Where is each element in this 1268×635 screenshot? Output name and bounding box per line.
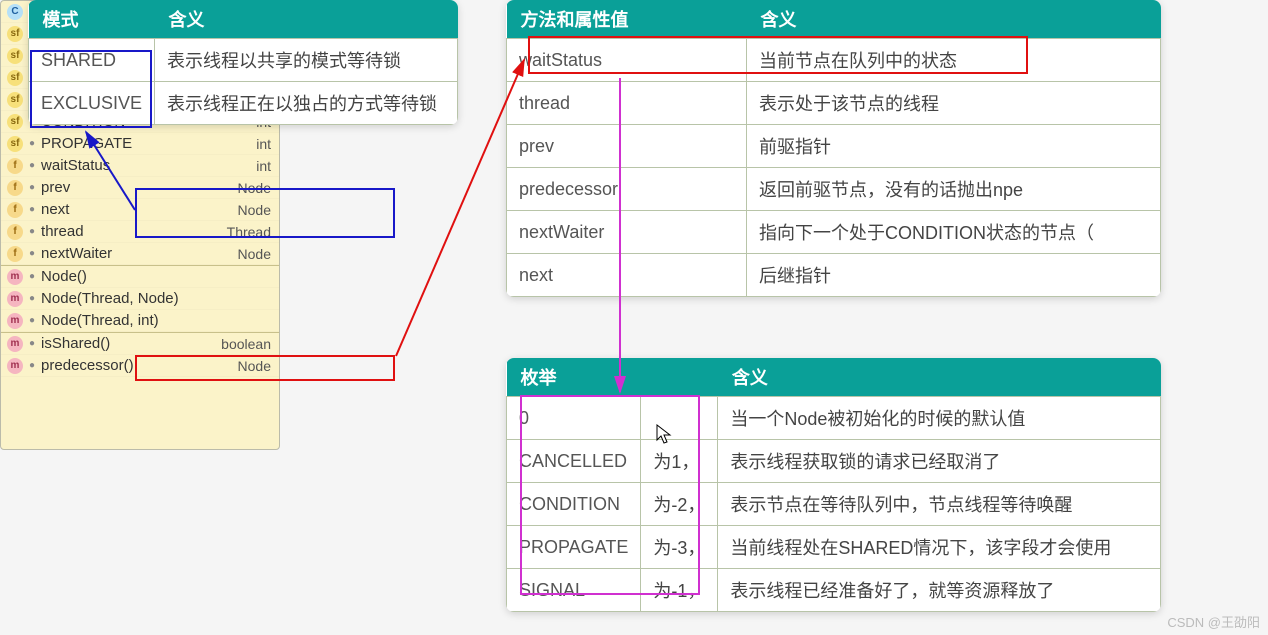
method-row: m●Node() — [1, 266, 279, 288]
attr-table-header-name: 方法和属性值 — [507, 0, 747, 39]
enum-table-header-spacer — [641, 358, 718, 397]
attr-table-card: 方法和属性值 含义 waitStatus当前节点在队列中的状态 thread表示… — [506, 0, 1161, 297]
method-row: m●Node(Thread, Node) — [1, 288, 279, 310]
method-icon: m — [7, 336, 23, 352]
attr-table-header-meaning: 含义 — [747, 0, 1161, 39]
method-icon: m — [7, 358, 23, 374]
method-row: m●predecessor()Node — [1, 355, 279, 377]
enum-table-card: 枚举 含义 0当一个Node被初始化的时候的默认值 CANCELLED为1，表示… — [506, 358, 1161, 612]
table-row: thread表示处于该节点的线程 — [507, 82, 1161, 125]
table-row: SHARED 表示线程以共享的模式等待锁 — [29, 39, 458, 82]
enum-table-header-enum: 枚举 — [507, 358, 641, 397]
mode-table-header-meaning: 含义 — [155, 0, 458, 39]
field-icon: f — [7, 224, 23, 240]
static-field-icon: sf — [7, 26, 23, 42]
mode-table-card: 模式 含义 SHARED 表示线程以共享的模式等待锁 EXCLUSIVE 表示线… — [28, 0, 458, 125]
table-row: prev前驱指针 — [507, 125, 1161, 168]
table-row: PROPAGATE为-3，当前线程处在SHARED情况下，该字段才会使用 — [507, 526, 1161, 569]
mode-table-header-mode: 模式 — [29, 0, 155, 39]
static-field-icon: sf — [7, 136, 23, 152]
mode-table: 模式 含义 SHARED 表示线程以共享的模式等待锁 EXCLUSIVE 表示线… — [28, 0, 458, 125]
table-row: next后继指针 — [507, 254, 1161, 297]
method-icon: m — [7, 313, 23, 329]
field-icon: f — [7, 202, 23, 218]
static-field-icon: sf — [7, 48, 23, 64]
method-row: m●isShared()boolean — [1, 333, 279, 355]
table-row: waitStatus当前节点在队列中的状态 — [507, 39, 1161, 82]
field-icon: f — [7, 158, 23, 174]
table-row: CONDITION为-2，表示节点在等待队列中，节点线程等待唤醒 — [507, 483, 1161, 526]
class-icon: C — [7, 4, 23, 20]
static-field-icon: sf — [7, 92, 23, 108]
table-row: nextWaiter指向下一个处于CONDITION状态的节点（ — [507, 211, 1161, 254]
member-row: sf●PROPAGATEint — [1, 133, 279, 155]
table-row: CANCELLED为1，表示线程获取锁的请求已经取消了 — [507, 440, 1161, 483]
method-icon: m — [7, 291, 23, 307]
static-field-icon: sf — [7, 70, 23, 86]
member-row: f●waitStatusint — [1, 155, 279, 177]
field-icon: f — [7, 246, 23, 262]
table-row: EXCLUSIVE 表示线程正在以独占的方式等待锁 — [29, 82, 458, 125]
method-row: m●Node(Thread, int) — [1, 310, 279, 332]
watermark: CSDN @王劭阳 — [1167, 612, 1260, 631]
attr-table: 方法和属性值 含义 waitStatus当前节点在队列中的状态 thread表示… — [506, 0, 1161, 297]
table-row: SIGNAL为-1，表示线程已经准备好了，就等资源释放了 — [507, 569, 1161, 612]
member-row: f●prevNode — [1, 177, 279, 199]
member-row: f●nextNode — [1, 199, 279, 221]
member-row: f●nextWaiterNode — [1, 243, 279, 265]
enum-table: 枚举 含义 0当一个Node被初始化的时候的默认值 CANCELLED为1，表示… — [506, 358, 1161, 612]
member-row: f●threadThread — [1, 221, 279, 243]
static-field-icon: sf — [7, 114, 23, 130]
field-icon: f — [7, 180, 23, 196]
table-row: predecessor返回前驱节点，没有的话抛出npe — [507, 168, 1161, 211]
table-row: 0当一个Node被初始化的时候的默认值 — [507, 397, 1161, 440]
enum-table-header-meaning: 含义 — [718, 358, 1161, 397]
method-icon: m — [7, 269, 23, 285]
